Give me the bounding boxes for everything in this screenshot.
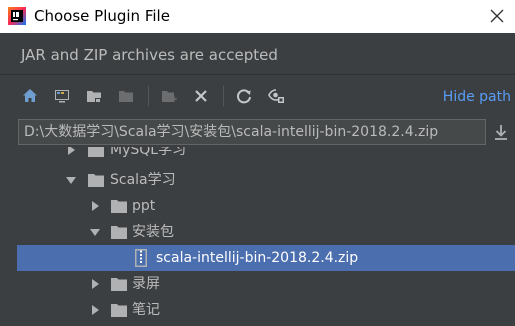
tree-item-label: 录屏: [132, 276, 160, 292]
refresh-button[interactable]: [232, 84, 256, 108]
collapsed-arrow-icon[interactable]: [90, 305, 100, 315]
tree-item-label: scala-intellij-bin-2018.2.4.zip: [156, 250, 359, 266]
folder-icon: [111, 226, 127, 239]
desktop-icon: [55, 90, 69, 103]
collapsed-arrow-icon[interactable]: [90, 201, 100, 211]
path-input[interactable]: D:\大数据学习\Scala学习\安装包\scala-intellij-bin-…: [18, 119, 486, 145]
tree-item-recordings[interactable]: 录屏: [17, 271, 515, 297]
project-folder-icon: [87, 91, 101, 103]
title-bar: Choose Plugin File: [0, 0, 515, 33]
home-button[interactable]: [18, 84, 42, 108]
module-folder-button[interactable]: [114, 84, 138, 108]
project-folder-button[interactable]: [82, 84, 106, 108]
tree-item-label: MySQL学习: [110, 147, 187, 158]
tree-item-zip-file[interactable]: scala-intellij-bin-2018.2.4.zip: [17, 245, 515, 271]
divider: [0, 74, 515, 75]
intellij-app-icon: [8, 7, 26, 25]
folder-icon: [88, 174, 104, 187]
tree-item-label: 笔记: [132, 302, 160, 318]
toolbar-separator: [223, 86, 224, 106]
tree-item-notes[interactable]: 笔记: [17, 297, 515, 323]
toolbar-separator: [148, 86, 149, 106]
description-text: JAR and ZIP archives are accepted: [21, 46, 278, 64]
file-tree[interactable]: MySQL学习 Scala学习 ppt 安装包 scala-intellij-b…: [17, 147, 515, 326]
tree-item-scala[interactable]: Scala学习: [17, 167, 515, 193]
tree-item-mysql[interactable]: MySQL学习: [17, 147, 515, 163]
download-icon[interactable]: [492, 122, 510, 142]
delete-icon: [195, 90, 207, 102]
tree-item-label: ppt: [132, 198, 156, 214]
hide-path-link[interactable]: Hide path: [443, 88, 511, 106]
close-icon[interactable]: [489, 8, 505, 24]
collapsed-arrow-icon[interactable]: [90, 279, 100, 289]
new-folder-icon: [162, 91, 177, 102]
expanded-arrow-icon[interactable]: [90, 227, 100, 237]
file-chooser-toolbar: [18, 84, 296, 108]
folder-icon: [111, 200, 127, 213]
module-folder-icon: [119, 91, 133, 102]
expanded-arrow-icon[interactable]: [66, 175, 76, 185]
show-hidden-icon: [268, 89, 284, 103]
choose-plugin-file-dialog: Choose Plugin File JAR and ZIP archives …: [0, 0, 515, 326]
zip-file-icon: [135, 249, 147, 267]
show-hidden-button[interactable]: [264, 84, 288, 108]
delete-button[interactable]: [189, 84, 213, 108]
new-folder-button[interactable]: [157, 84, 181, 108]
tree-item-ppt[interactable]: ppt: [17, 193, 515, 219]
tree-item-label: Scala学习: [110, 172, 176, 188]
folder-icon: [111, 278, 127, 291]
tree-item-installer[interactable]: 安装包: [17, 219, 515, 245]
home-icon: [23, 89, 37, 102]
tree-item-label: 安装包: [132, 224, 174, 240]
folder-icon: [111, 304, 127, 317]
refresh-icon: [237, 89, 251, 104]
folder-icon: [88, 147, 104, 157]
window-title: Choose Plugin File: [34, 7, 170, 25]
desktop-button[interactable]: [50, 84, 74, 108]
collapsed-arrow-icon[interactable]: [66, 147, 76, 155]
